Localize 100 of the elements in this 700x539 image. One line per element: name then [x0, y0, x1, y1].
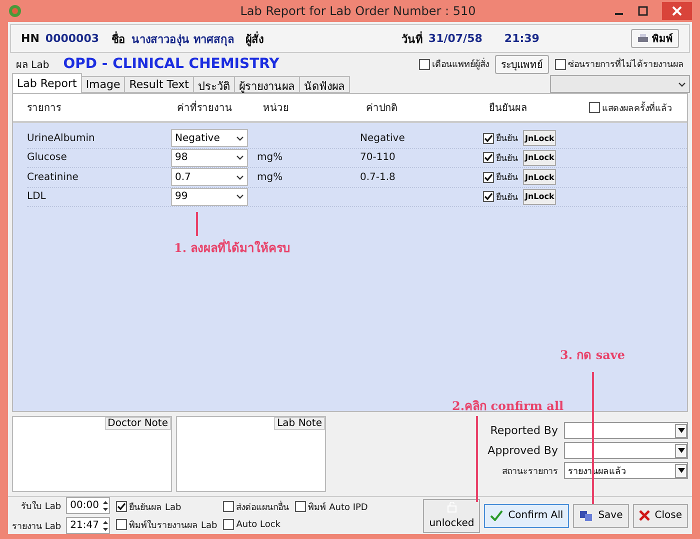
check-icon — [490, 510, 504, 521]
checkbox-label: พิมพ์ใบรายงานผล Lab — [129, 518, 218, 532]
confirm-label: ยืนยัน — [496, 172, 518, 184]
normal-range: 70-110 — [360, 152, 396, 164]
caret-icon — [678, 82, 686, 86]
checkbox[interactable] — [483, 172, 494, 183]
annotation-text: 3. กด save — [560, 347, 626, 364]
time-label: รับใบ Lab — [21, 500, 62, 512]
tab[interactable]: Result Text — [124, 76, 194, 93]
tab[interactable]: นัดฟังผล — [299, 76, 350, 93]
normal-range: 0.7-1.8 — [360, 172, 396, 183]
time-value: 21:39 — [504, 32, 540, 45]
caret-icon — [236, 174, 244, 180]
checkbox[interactable] — [116, 501, 128, 512]
result-combo[interactable]: 98 — [171, 148, 248, 167]
column-header: หน่วย — [263, 102, 290, 115]
confirm-label: ยืนยัน — [496, 152, 518, 165]
hn-value: 0000003 — [45, 32, 100, 45]
hn-label: HN — [21, 32, 40, 45]
lab-label: ผล Lab — [16, 58, 50, 72]
leader-line — [196, 212, 198, 236]
column-header: ค่าปกติ — [366, 102, 398, 115]
maximize-icon[interactable] — [638, 6, 648, 16]
app-icon — [8, 4, 22, 18]
checkbox[interactable] — [483, 132, 494, 144]
caret-icon — [236, 136, 244, 141]
checkbox-label: ยืนยันผล Lab — [129, 502, 182, 514]
caret-icon — [236, 155, 244, 160]
tab[interactable]: Image — [80, 76, 126, 93]
field-label: Reported By — [490, 424, 558, 437]
checkbox[interactable] — [483, 152, 494, 164]
test-name: UrineAlbumin — [27, 132, 96, 144]
note-label: Lab Note — [274, 417, 325, 430]
result-combo[interactable]: 0.7 — [171, 168, 248, 186]
result-combo[interactable]: Negative — [171, 129, 248, 148]
section-title: OPD - CLINICAL CHEMISTRY — [63, 56, 280, 72]
unlock-button[interactable]: unlocked — [423, 498, 480, 532]
unlock-button[interactable]: JnLock — [523, 169, 556, 186]
spin-icon — [102, 500, 110, 512]
checkbox[interactable] — [223, 519, 234, 530]
test-name: Creatinine — [27, 172, 80, 183]
confirm-label: ยืนยัน — [496, 132, 518, 146]
caret-icon — [678, 468, 684, 473]
name-label: ชื่อ — [111, 30, 126, 48]
field-label: สถานะรายการ — [502, 466, 558, 478]
checkbox[interactable] — [295, 501, 306, 512]
date-value: 31/07/58 — [428, 32, 484, 45]
annotation-text: 2.คลิก confirm all — [452, 398, 564, 415]
printer-icon — [637, 34, 649, 44]
checkbox[interactable] — [419, 58, 430, 70]
checkbox-label: พิมพ์ Auto IPD — [308, 501, 368, 514]
checkbox[interactable] — [589, 102, 600, 113]
column-header: รายการ — [27, 102, 62, 115]
patient-name: นางสาวองุ่น ทาศสกุล — [131, 32, 236, 48]
orderer-label: ผู้สั่ง — [245, 30, 264, 48]
checkbox-label: แสดงผลครั้งที่แล้ว — [602, 100, 672, 114]
note-label: Doctor Note — [104, 417, 171, 430]
print-button[interactable]: พิมพ์ — [631, 29, 679, 48]
result-combo[interactable]: 99 — [171, 188, 248, 206]
select-field[interactable] — [564, 442, 688, 459]
checkbox-label: ซ่อนรายการที่ไม่ได้รายงานผล — [568, 57, 684, 71]
checkbox-label: เตือนแพทย์ผู้สั่ง — [432, 57, 489, 71]
caret-icon — [236, 194, 244, 200]
date-label: วันที่ — [401, 30, 422, 48]
window-title: Lab Report for Lab Order Number : 510 — [239, 4, 477, 18]
tab[interactable]: ประวัติ — [193, 76, 235, 93]
checkbox-label: ส่งต่อแผนกอื่น — [236, 500, 290, 514]
unlock-button[interactable]: JnLock — [523, 188, 556, 205]
caret-icon — [678, 428, 684, 433]
column-header: ค่าที่รายงาน — [177, 100, 263, 115]
checkbox[interactable] — [116, 519, 128, 530]
unlock-button[interactable]: JnLock — [523, 130, 556, 146]
unit-cell-text: mg% — [257, 152, 284, 164]
caret-icon — [678, 448, 684, 453]
close-button[interactable]: Close — [632, 504, 688, 528]
unlock-button[interactable]: JnLock — [523, 150, 556, 166]
tab[interactable]: ผู้รายงานผล — [234, 76, 300, 93]
unit-cell-text: mg% — [257, 172, 284, 183]
normal-range: Negative — [360, 132, 406, 144]
time-spinner[interactable]: 00:00 — [66, 497, 110, 514]
time-label: รายงาน Lab — [12, 520, 62, 532]
tab[interactable]: Lab Report — [12, 73, 82, 93]
test-name: Glucose — [27, 152, 68, 164]
time-spinner[interactable]: 21:47 — [66, 517, 110, 534]
annotation-text: 1. ลงผลที่ได้มาให้ครบ — [174, 238, 291, 257]
note-area[interactable]: Lab Note — [176, 416, 326, 492]
select-field[interactable] — [564, 422, 688, 439]
specify-doctor-button[interactable]: ระบุแพทย์ — [495, 54, 549, 74]
checkbox[interactable] — [223, 501, 234, 512]
close-icon — [638, 510, 650, 521]
close-icon[interactable] — [662, 2, 692, 20]
checkbox[interactable] — [555, 58, 566, 70]
column-header: ยืนยันผล — [489, 102, 528, 115]
confirm-button[interactable]: Confirm All — [484, 504, 570, 528]
spin-icon — [102, 520, 110, 532]
note-area[interactable]: Doctor Note — [12, 416, 172, 492]
test-name: LDL — [27, 191, 47, 202]
confirm-label: ยืนยัน — [496, 192, 518, 204]
save-button[interactable]: Save — [573, 504, 629, 528]
checkbox[interactable] — [483, 191, 494, 202]
